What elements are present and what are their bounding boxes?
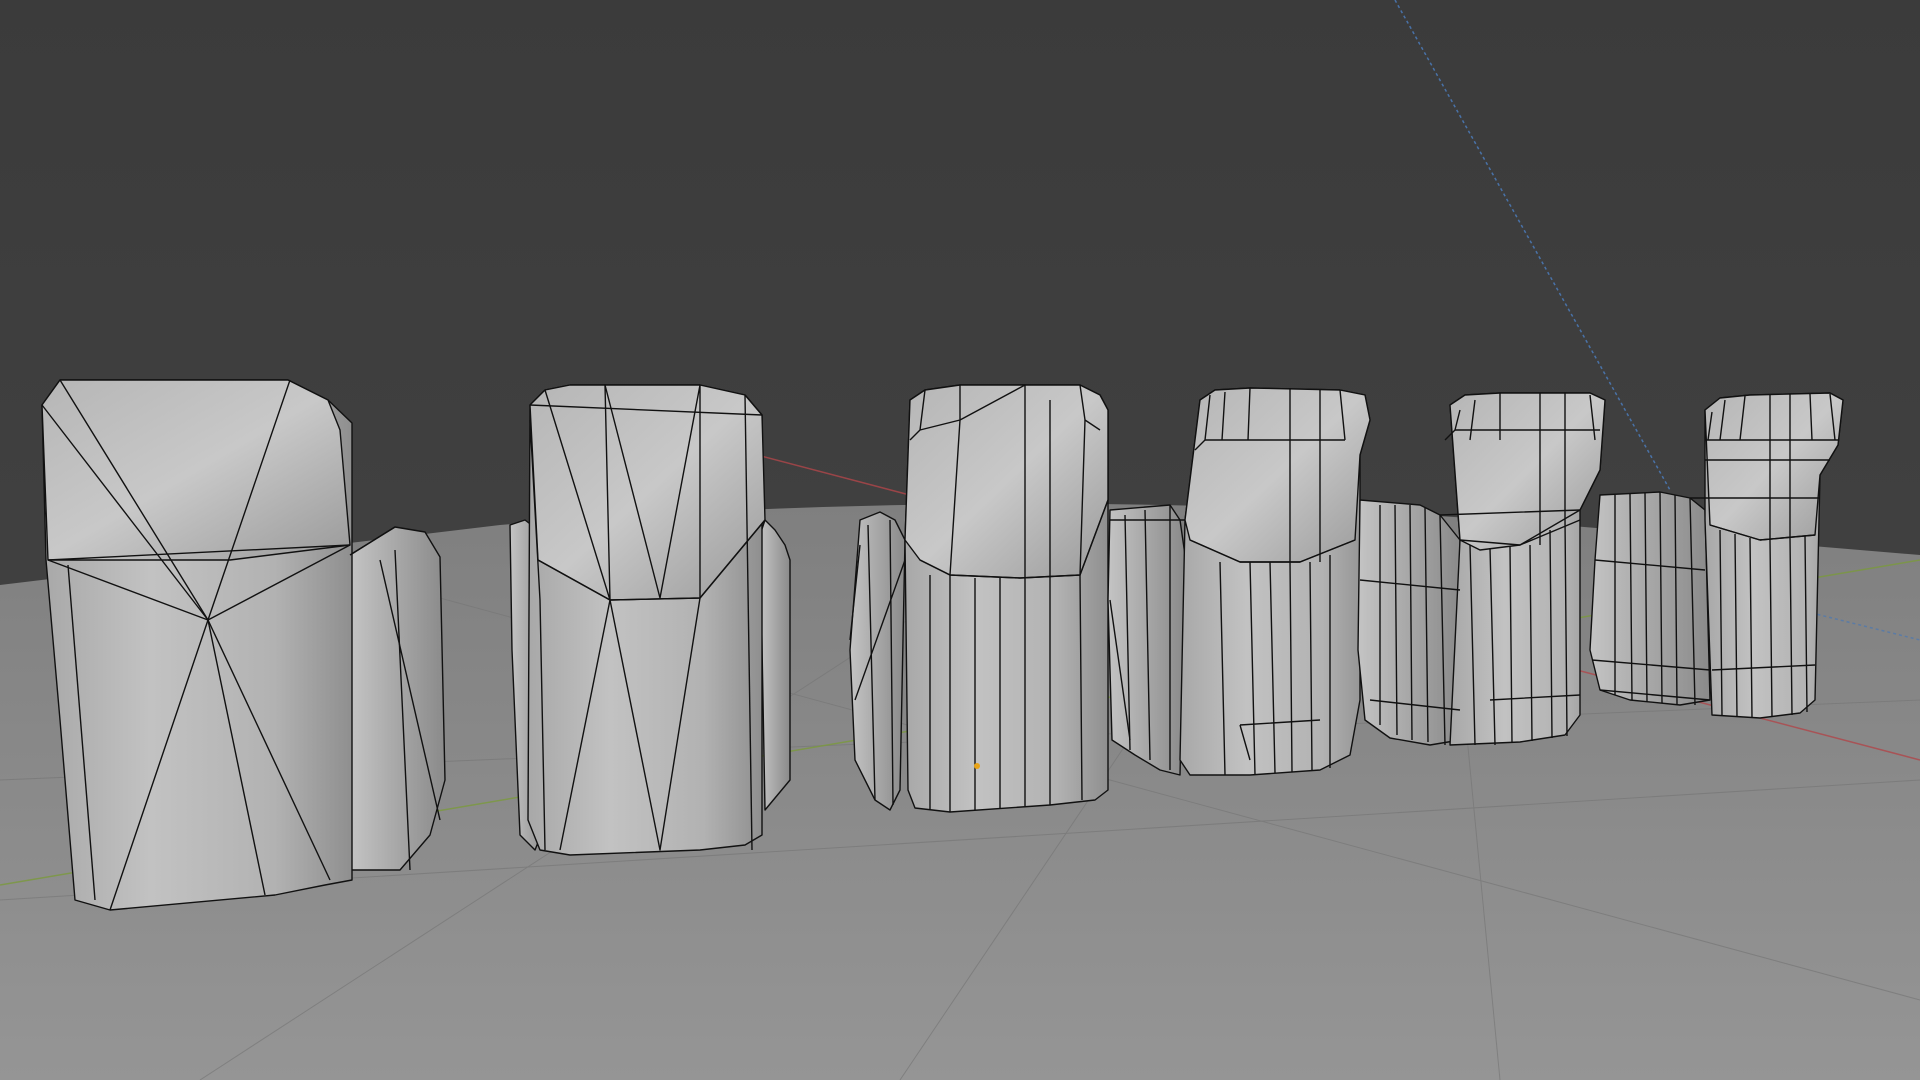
3d-viewport[interactable] xyxy=(0,0,1920,1080)
object-origin-point xyxy=(974,763,980,769)
viewport-canvas[interactable] xyxy=(0,0,1920,1080)
armchair-lod-2[interactable] xyxy=(509,384,791,856)
